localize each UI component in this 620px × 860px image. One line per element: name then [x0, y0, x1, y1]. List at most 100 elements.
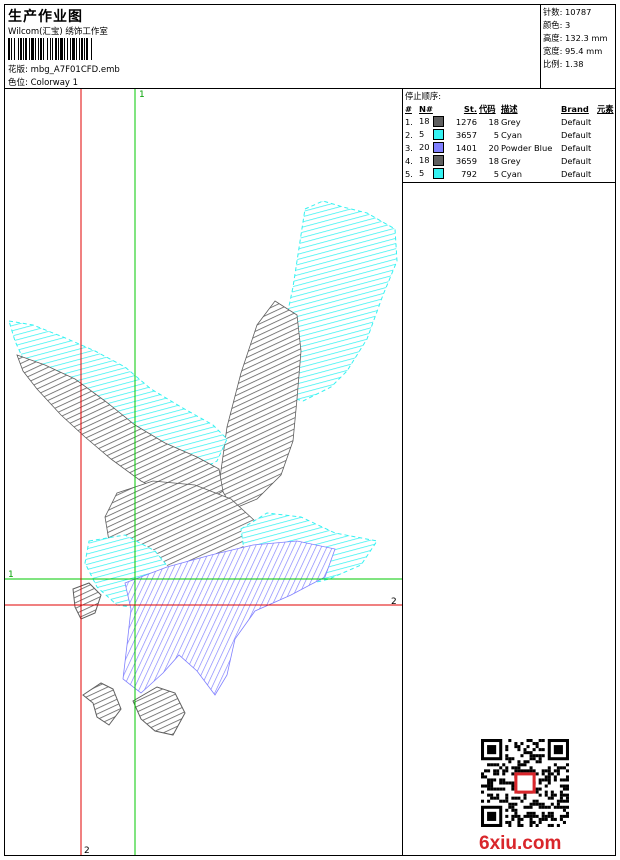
qr-module [547, 805, 551, 809]
qr-module [535, 814, 539, 818]
qr-module [484, 784, 488, 788]
qr-module [538, 805, 542, 809]
qr-module [517, 817, 521, 821]
qr-module [562, 787, 566, 791]
qr-module [553, 775, 557, 779]
qr-code [481, 739, 569, 827]
qr-module [532, 799, 536, 803]
qr-module [514, 811, 518, 815]
qr-module [538, 754, 542, 758]
qr-module [490, 787, 494, 791]
row-element [595, 128, 614, 141]
qr-module [520, 769, 524, 773]
design-scale: 比例: 1.38 [543, 59, 584, 69]
qr-module [550, 796, 554, 800]
qr-module [514, 802, 518, 806]
qr-module [535, 742, 539, 746]
qr-module [505, 799, 509, 803]
qr-module [487, 763, 491, 767]
qr-module [517, 748, 521, 752]
qr-module [517, 820, 521, 824]
qr-module [532, 742, 536, 746]
qr-module [523, 748, 527, 752]
qr-module [490, 778, 494, 782]
qr-module [544, 775, 548, 779]
qr-module [523, 769, 527, 773]
row-stitches: 3659 [455, 155, 477, 166]
qr-module [535, 760, 539, 764]
needle-number: 18 [419, 116, 430, 126]
qr-module [496, 769, 500, 773]
qr-module [559, 793, 563, 797]
qr-module [550, 790, 554, 794]
thread-color-swatch [433, 168, 444, 179]
qr-finder-inner [553, 745, 563, 755]
qr-module [505, 781, 509, 785]
qr-module [499, 778, 503, 782]
stop-row: 3. 20 1401 20 Powder Blue Default [403, 141, 614, 154]
qr-module [481, 784, 485, 788]
red-guide-label-bottom: 2 [84, 846, 90, 855]
qr-module [562, 799, 566, 803]
qr-module [508, 781, 512, 785]
qr-module [550, 823, 554, 827]
needle-number: 5 [419, 168, 425, 178]
qr-module [481, 775, 485, 779]
barcode [8, 38, 136, 60]
qr-module [562, 778, 566, 782]
qr-module [487, 784, 491, 788]
watermark-logo: 6xiu.com [479, 833, 562, 854]
qr-module [523, 793, 527, 797]
qr-module [538, 787, 542, 791]
qr-module [517, 745, 521, 749]
qr-module [505, 745, 509, 749]
qr-module [505, 814, 509, 818]
needle-number: 18 [419, 155, 430, 165]
qr-module [502, 781, 506, 785]
qr-module [562, 793, 566, 797]
qr-module [484, 769, 488, 773]
qr-module [529, 811, 533, 815]
qr-module [565, 769, 569, 773]
qr-module [547, 814, 551, 818]
qr-module [532, 811, 536, 815]
qr-module [502, 787, 506, 791]
qr-module [565, 814, 569, 818]
qr-module [511, 796, 515, 800]
green-guide-label-top: 1 [139, 90, 145, 100]
qr-module [523, 751, 527, 755]
qr-module [511, 802, 515, 806]
row-stitches: 1401 [455, 142, 477, 153]
design-file-name: 花版: mbg_A7F01CFD.emb [8, 65, 120, 75]
qr-module [541, 778, 545, 782]
qr-module [520, 799, 524, 803]
qr-module [496, 796, 500, 800]
qr-module [556, 802, 560, 806]
qr-module [565, 811, 569, 815]
row-needle: 18 [417, 154, 453, 167]
qr-module [520, 817, 524, 821]
qr-module [502, 763, 506, 767]
col-element: 元素 [597, 103, 614, 114]
qr-module [487, 799, 491, 803]
qr-module [532, 820, 536, 824]
qr-module [547, 781, 551, 785]
qr-module [514, 769, 518, 773]
qr-module [493, 769, 497, 773]
qr-module [544, 793, 548, 797]
qr-module [511, 772, 515, 776]
qr-module [493, 778, 497, 782]
qr-module [547, 811, 551, 815]
qr-module [505, 754, 509, 758]
qr-module [505, 793, 509, 797]
qr-module [529, 751, 533, 755]
qr-module [538, 817, 542, 821]
qr-module [517, 823, 521, 827]
qr-module [541, 814, 545, 818]
design-stats: 针数: 10787 颜色: 3 高度: 132.3 mm 宽度: 95.4 mm… [541, 5, 615, 89]
col-code: 代码 [479, 103, 496, 114]
qr-module [493, 796, 497, 800]
row-number: 4. [405, 155, 413, 166]
qr-module [517, 763, 521, 767]
qr-module [541, 769, 545, 773]
